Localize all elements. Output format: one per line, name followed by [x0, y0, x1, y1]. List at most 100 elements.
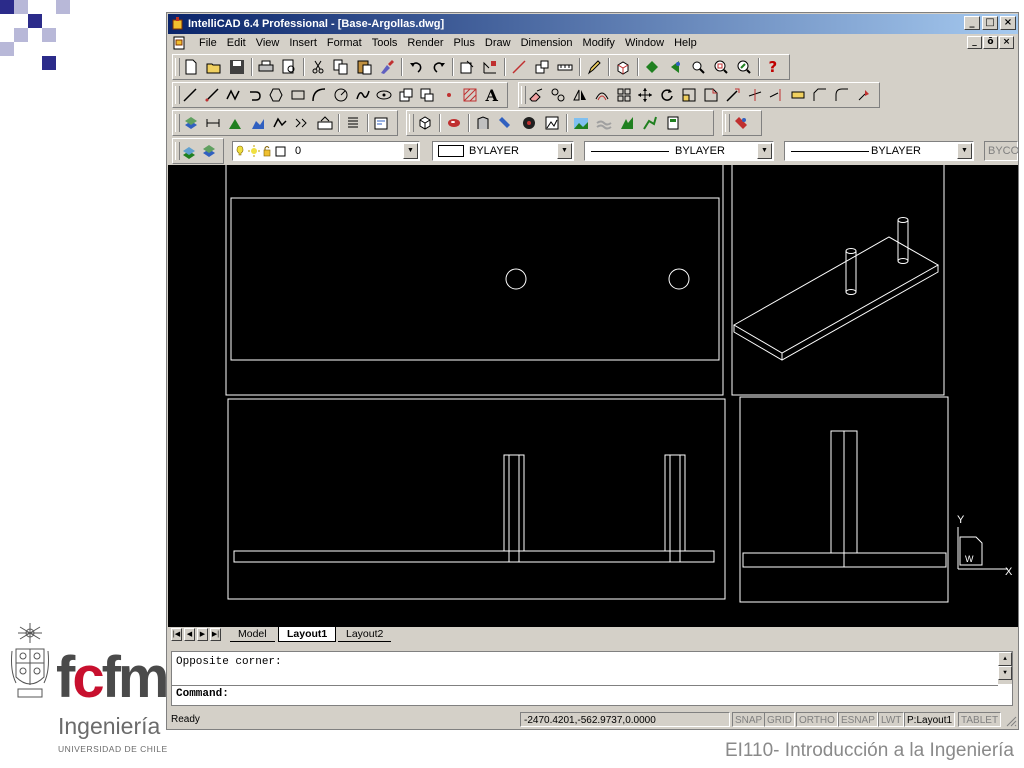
landscape-icon[interactable]: [571, 113, 591, 133]
viewport-top[interactable]: [225, 165, 724, 396]
copy-object-icon[interactable]: [549, 85, 568, 105]
menu-modify[interactable]: Modify: [578, 34, 620, 53]
array-icon[interactable]: [614, 85, 633, 105]
print-icon[interactable]: [256, 57, 276, 77]
previous-tab-icon[interactable]: ◀: [184, 628, 195, 641]
circle-icon[interactable]: [332, 85, 351, 105]
chevron-down-icon[interactable]: ▼: [957, 143, 972, 159]
zoom-realtime-icon[interactable]: [688, 57, 708, 77]
esnap-toggle[interactable]: ESNAP: [838, 712, 878, 727]
lengthen-icon[interactable]: [723, 85, 742, 105]
hexagon-icon[interactable]: [267, 85, 286, 105]
print-preview-icon[interactable]: [279, 57, 299, 77]
tools-icon[interactable]: [731, 113, 751, 133]
render-preferences-icon[interactable]: [663, 113, 683, 133]
menu-plus[interactable]: Plus: [448, 34, 479, 53]
fog-icon[interactable]: [594, 113, 614, 133]
rotate-icon[interactable]: [658, 85, 677, 105]
command-window[interactable]: Opposite corner: ▲ ▼ Command:: [171, 651, 1013, 706]
layer-previous-icon[interactable]: [181, 141, 198, 161]
hide-icon[interactable]: [473, 113, 493, 133]
viewport-side[interactable]: [739, 396, 949, 603]
minimize-button[interactable]: _: [964, 16, 980, 30]
menu-draw[interactable]: Draw: [480, 34, 516, 53]
layer-states-icon[interactable]: [181, 113, 200, 133]
menu-edit[interactable]: Edit: [222, 34, 251, 53]
menu-view[interactable]: View: [251, 34, 285, 53]
polygon-icon[interactable]: [246, 85, 265, 105]
linetype-dropdown[interactable]: BYLAYER ▼: [584, 141, 774, 161]
lineweight-dropdown[interactable]: BYLAYER ▼: [784, 141, 974, 161]
offset-icon[interactable]: [592, 85, 611, 105]
chevron-down-icon[interactable]: ▼: [403, 143, 418, 159]
pan-icon[interactable]: [665, 57, 685, 77]
chevron-down-icon[interactable]: ▼: [757, 143, 772, 159]
solid-icon[interactable]: [226, 113, 245, 133]
region-icon[interactable]: [248, 113, 267, 133]
tab-layout1[interactable]: Layout1: [278, 627, 337, 642]
properties-icon[interactable]: [457, 57, 477, 77]
render-full-icon[interactable]: [640, 113, 660, 133]
block-icon[interactable]: [532, 57, 552, 77]
stretch-icon[interactable]: [702, 85, 721, 105]
extend-icon[interactable]: [767, 85, 786, 105]
rectangle-icon[interactable]: [289, 85, 308, 105]
area-icon[interactable]: [555, 57, 575, 77]
match-properties-icon[interactable]: [377, 57, 397, 77]
next-tab-icon[interactable]: ▶: [197, 628, 208, 641]
ellipse-icon[interactable]: [375, 85, 394, 105]
3d-box-icon[interactable]: [613, 57, 633, 77]
list-icon[interactable]: [343, 113, 362, 133]
distance-icon[interactable]: [509, 57, 529, 77]
edit-icon[interactable]: [584, 57, 604, 77]
scale-icon[interactable]: [680, 85, 699, 105]
resize-grip-icon[interactable]: [1005, 715, 1017, 727]
first-tab-icon[interactable]: |◀: [171, 628, 182, 641]
command-prompt[interactable]: Command:: [172, 685, 998, 704]
document-icon[interactable]: [172, 36, 186, 50]
paste-icon[interactable]: [354, 57, 374, 77]
menu-format[interactable]: Format: [322, 34, 367, 53]
doc-minimize-button[interactable]: _: [967, 36, 982, 49]
make-block-icon[interactable]: [418, 85, 437, 105]
trim-icon[interactable]: [745, 85, 764, 105]
menu-file[interactable]: File: [194, 34, 222, 53]
menu-render[interactable]: Render: [402, 34, 448, 53]
chamfer-icon[interactable]: [811, 85, 830, 105]
layer-manager-icon[interactable]: [201, 141, 218, 161]
tab-model[interactable]: Model: [230, 627, 275, 642]
title-bar[interactable]: IntelliCAD 6.4 Professional - [Base-Argo…: [168, 14, 1018, 34]
point-icon[interactable]: [439, 85, 458, 105]
viewport-front[interactable]: [227, 398, 726, 600]
text-icon[interactable]: A: [482, 85, 501, 105]
undo-icon[interactable]: [406, 57, 426, 77]
zoom-window-icon[interactable]: [711, 57, 731, 77]
command-scrollbar[interactable]: ▲ ▼: [998, 652, 1012, 684]
snap-toggle[interactable]: SNAP: [732, 712, 766, 727]
lights-icon[interactable]: [496, 113, 516, 133]
tablet-toggle[interactable]: TABLET: [958, 712, 1002, 727]
new-icon[interactable]: [181, 57, 201, 77]
tab-layout2[interactable]: Layout2: [338, 627, 392, 642]
close-button[interactable]: ×: [1000, 16, 1016, 30]
drawing-canvas[interactable]: Y X W: [168, 165, 1018, 627]
move-icon[interactable]: [636, 85, 655, 105]
boundary-icon[interactable]: [270, 113, 289, 133]
copy-icon[interactable]: [331, 57, 351, 77]
grid-toggle[interactable]: GRID: [764, 712, 795, 727]
save-icon[interactable]: [227, 57, 247, 77]
render-icon[interactable]: [642, 57, 662, 77]
shade-icon[interactable]: [444, 113, 464, 133]
open-icon[interactable]: [204, 57, 224, 77]
menu-help[interactable]: Help: [669, 34, 702, 53]
cut-icon[interactable]: [308, 57, 328, 77]
layer-dropdown[interactable]: 0 ▼: [232, 141, 420, 161]
inquiry-icon[interactable]: [480, 57, 500, 77]
ortho-toggle[interactable]: ORTHO: [796, 712, 838, 727]
tablet-icon[interactable]: [315, 113, 334, 133]
spline-icon[interactable]: [353, 85, 372, 105]
break-icon[interactable]: [789, 85, 808, 105]
scenes-icon[interactable]: [542, 113, 562, 133]
scroll-down-icon[interactable]: ▼: [998, 666, 1012, 680]
insert-block-icon[interactable]: [396, 85, 415, 105]
